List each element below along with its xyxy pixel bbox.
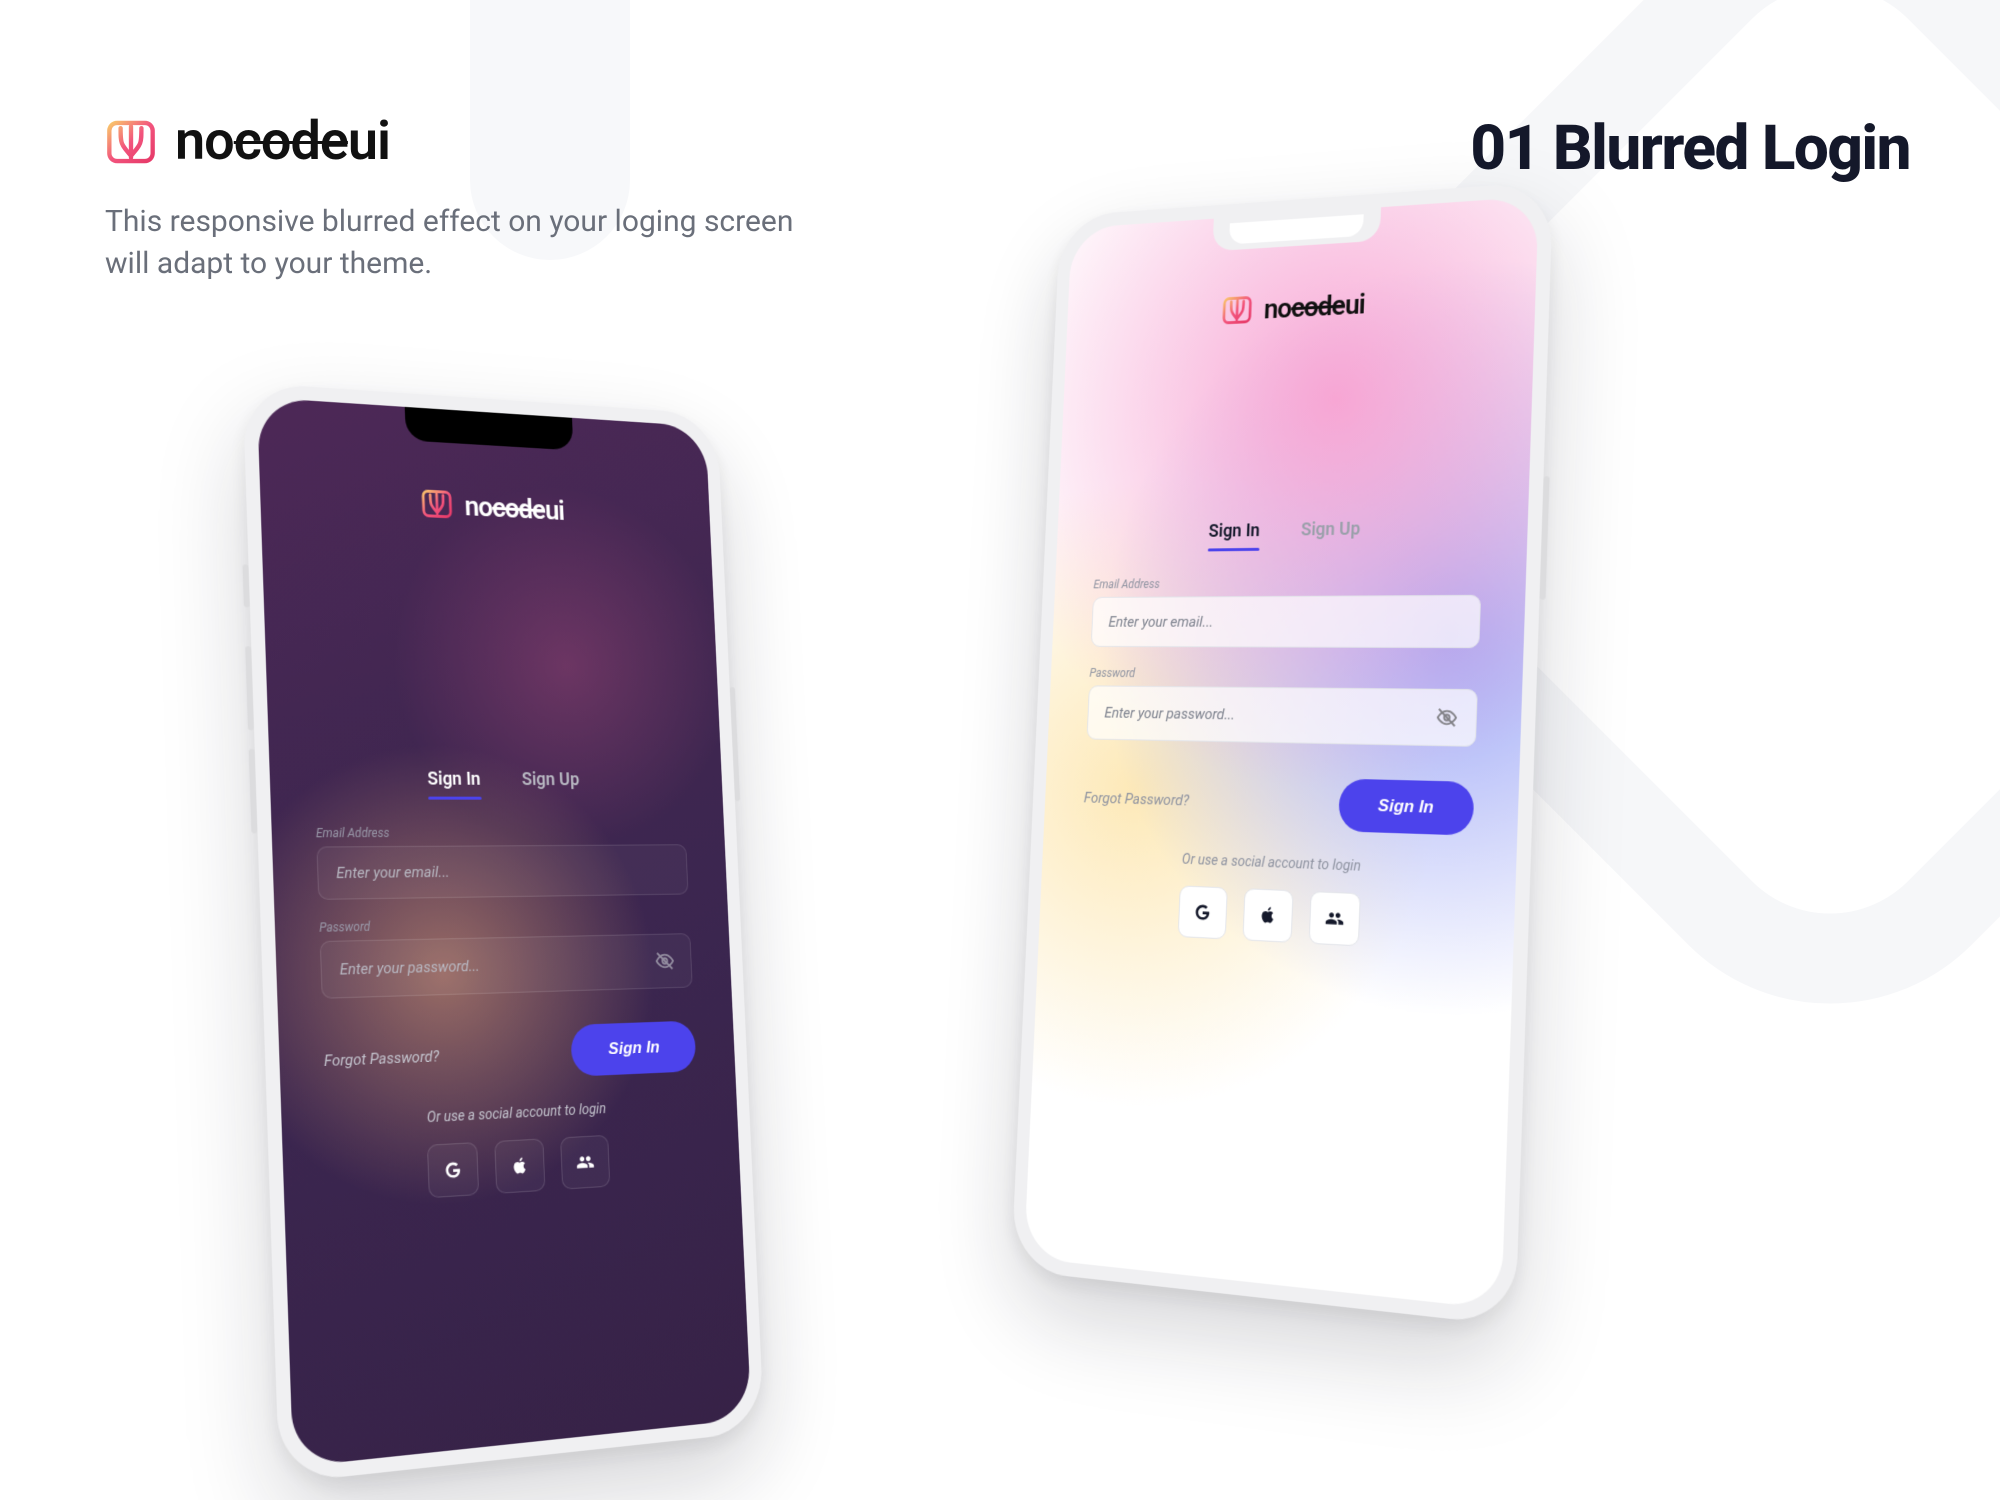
group-login-button[interactable]: [1309, 891, 1361, 946]
login-screen-light: nocodeui Sign In Sign Up Email Address E…: [1024, 196, 1539, 1309]
email-placeholder: Enter your email...: [336, 863, 450, 882]
phone-mockup-light: nocodeui Sign In Sign Up Email Address E…: [1011, 181, 1553, 1326]
google-icon: [443, 1159, 463, 1181]
social-divider-text: Or use a social account to login: [326, 1097, 698, 1132]
page-title: 01 Blurred Login: [1470, 112, 1910, 185]
apple-login-button[interactable]: [494, 1138, 545, 1193]
forgot-password-link[interactable]: Forgot Password?: [1084, 789, 1190, 810]
description: This responsive blurred effect on your l…: [105, 201, 805, 285]
eye-off-icon[interactable]: [1436, 706, 1459, 729]
nocodeui-logo-icon: [420, 486, 454, 521]
apple-login-button[interactable]: [1242, 888, 1293, 943]
social-buttons: [327, 1130, 701, 1205]
password-input[interactable]: Enter your password...: [320, 933, 693, 999]
google-icon: [1193, 902, 1212, 923]
password-label: Password: [1089, 666, 1478, 683]
phone-side-button: [730, 687, 741, 801]
email-field-group: Email Address Enter your email...: [316, 825, 689, 900]
password-placeholder: Enter your password...: [1104, 704, 1235, 723]
password-field-group: Password Enter your password...: [1087, 666, 1479, 747]
eye-off-icon[interactable]: [654, 950, 675, 972]
header: nocodeui This responsive blurred effect …: [105, 110, 805, 285]
tab-sign-in[interactable]: Sign In: [1208, 520, 1260, 551]
email-input[interactable]: Enter your email...: [1091, 595, 1481, 648]
people-icon: [575, 1152, 596, 1173]
nocodeui-logo-icon: [1221, 293, 1253, 327]
email-placeholder: Enter your email...: [1108, 613, 1213, 631]
action-row: Forgot Password? Sign In: [323, 1020, 696, 1087]
brand-name: nocodeui: [1263, 287, 1365, 325]
email-input[interactable]: Enter your email...: [316, 844, 688, 900]
password-placeholder: Enter your password...: [339, 957, 480, 979]
apple-icon: [511, 1155, 529, 1176]
social-divider-text: Or use a social account to login: [1081, 848, 1472, 879]
sign-in-button[interactable]: Sign In: [1338, 779, 1474, 836]
sign-in-button[interactable]: Sign In: [571, 1020, 697, 1076]
google-login-button[interactable]: [1178, 885, 1228, 939]
password-input[interactable]: Enter your password...: [1087, 685, 1478, 746]
brand-name: nocodeui: [464, 489, 565, 526]
email-label: Email Address: [1093, 574, 1482, 591]
tab-sign-in[interactable]: Sign In: [427, 769, 481, 800]
google-login-button[interactable]: [427, 1142, 479, 1198]
brand-logo: nocodeui: [105, 110, 805, 173]
password-field-group: Password Enter your password...: [319, 914, 693, 999]
people-icon: [1324, 908, 1346, 929]
auth-tabs: Sign In Sign Up: [1095, 516, 1484, 553]
nocodeui-logo-icon: [105, 116, 157, 168]
email-field-group: Email Address Enter your email...: [1091, 574, 1482, 648]
tab-sign-up[interactable]: Sign Up: [1300, 519, 1360, 551]
forgot-password-link[interactable]: Forgot Password?: [324, 1047, 440, 1070]
phone-mockup-dark: nocodeui Sign In Sign Up Email Address E…: [242, 382, 764, 1483]
tab-sign-up[interactable]: Sign Up: [521, 769, 580, 800]
login-screen-dark: nocodeui Sign In Sign Up Email Address E…: [257, 397, 751, 1467]
email-label: Email Address: [316, 825, 686, 840]
phone-side-button: [249, 749, 258, 834]
phone-side-button: [242, 564, 250, 607]
apple-icon: [1259, 905, 1277, 926]
password-label: Password: [319, 914, 690, 935]
group-login-button[interactable]: [560, 1135, 610, 1190]
social-buttons: [1078, 881, 1471, 952]
phone-side-button: [245, 646, 254, 730]
brand-name: nocodeui: [175, 110, 390, 173]
action-row: Forgot Password? Sign In: [1083, 772, 1475, 835]
auth-tabs: Sign In Sign Up: [314, 768, 685, 800]
